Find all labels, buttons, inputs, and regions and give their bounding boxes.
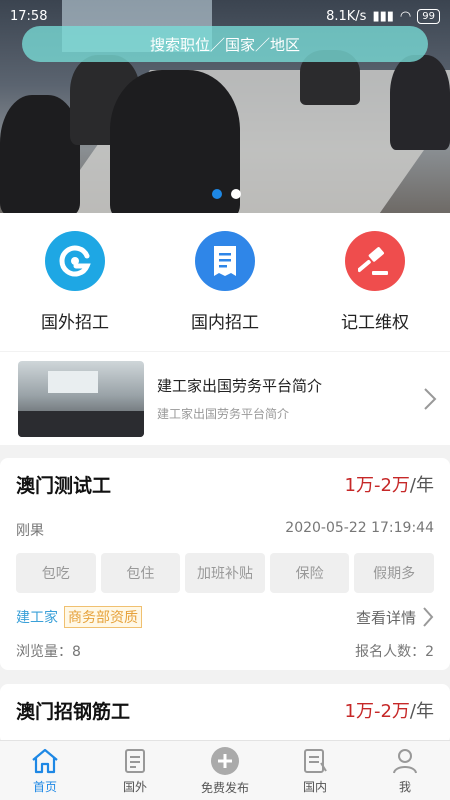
benefit-tag: 加班补贴 bbox=[185, 553, 265, 593]
salary-unit: /年 bbox=[409, 701, 434, 722]
intro-thumbnail bbox=[18, 360, 144, 437]
carousel-dot-active[interactable] bbox=[212, 189, 222, 199]
view-count: 浏览量：8 bbox=[16, 644, 81, 660]
intro-title: 建工家出国劳务平台简介 bbox=[157, 377, 323, 395]
nav-home[interactable]: 首页 bbox=[0, 741, 90, 800]
wifi-icon: ◠ bbox=[399, 8, 412, 24]
job-source: 建工家 bbox=[16, 610, 58, 626]
nav-label: 国外 bbox=[122, 779, 147, 794]
nav-label: 首页 bbox=[32, 779, 57, 794]
intro-subtitle: 建工家出国劳务平台简介 bbox=[157, 407, 290, 421]
category-label: 记工维权 bbox=[341, 313, 409, 333]
nav-label: 国内 bbox=[302, 779, 327, 794]
network-speed: 8.1K/s bbox=[326, 8, 367, 24]
category-label: 国内招工 bbox=[191, 313, 259, 333]
home-icon bbox=[32, 748, 58, 773]
list-doc-icon bbox=[304, 748, 327, 773]
nav-me[interactable]: 我 bbox=[360, 741, 450, 800]
signup-count: 报名人数：2 bbox=[355, 644, 434, 660]
job-title: 澳门招钢筋工 bbox=[16, 700, 131, 723]
nav-label: 我 bbox=[398, 779, 411, 794]
benefit-tag: 保险 bbox=[269, 553, 350, 593]
category-work-rights[interactable]: 记工维权 bbox=[300, 213, 450, 351]
carousel-indicator bbox=[212, 189, 241, 199]
signal-icon: ▮▮▮ bbox=[372, 8, 394, 24]
chevron-right-icon bbox=[423, 607, 434, 627]
bottom-nav: 首页 国外 免费发布 国内 我 bbox=[0, 740, 450, 800]
qualification-badge: 商务部资质 bbox=[64, 606, 142, 628]
document-icon bbox=[125, 748, 145, 773]
category-label: 国外招工 bbox=[41, 313, 109, 333]
platform-intro[interactable]: 建工家出国劳务平台简介 建工家出国劳务平台简介 bbox=[0, 352, 450, 445]
job-salary: 1万-2万 bbox=[344, 701, 410, 722]
gavel-icon bbox=[345, 231, 405, 291]
plus-circle-icon bbox=[211, 746, 239, 775]
g-logo-icon bbox=[45, 231, 105, 291]
nav-domestic[interactable]: 国内 bbox=[270, 741, 360, 800]
search-placeholder: 搜索职位／国家／地区 bbox=[149, 35, 300, 54]
nav-overseas[interactable]: 国外 bbox=[90, 741, 180, 800]
user-icon bbox=[393, 748, 417, 773]
benefit-tags: 包吃 包住 加班补贴 保险 假期多 bbox=[16, 553, 434, 593]
nav-free-post[interactable]: 免费发布 bbox=[180, 741, 270, 800]
job-location: 刚果 bbox=[16, 523, 44, 539]
receipt-icon bbox=[195, 231, 255, 291]
job-title: 澳门测试工 bbox=[16, 474, 112, 497]
benefit-tag: 包住 bbox=[100, 553, 181, 593]
banner-carousel[interactable]: 17:58 8.1K/s ▮▮▮ ◠ 99 搜索职位／国家／地区 bbox=[0, 0, 450, 213]
battery-icon: 99 bbox=[417, 8, 440, 24]
job-card[interactable]: 澳门招钢筋工 1万-2万/年 bbox=[0, 684, 450, 744]
category-grid: 国外招工 国内招工 记工维权 bbox=[0, 213, 450, 351]
job-date: 2020-05-22 17:19:44 bbox=[285, 520, 434, 536]
status-time: 17:58 bbox=[10, 8, 48, 24]
view-details-link[interactable]: 查看详情 bbox=[356, 606, 434, 628]
search-bar[interactable]: 搜索职位／国家／地区 bbox=[22, 26, 428, 62]
benefit-tag: 包吃 bbox=[16, 553, 96, 593]
detail-label: 查看详情 bbox=[355, 608, 416, 627]
nav-label: 免费发布 bbox=[200, 780, 249, 795]
job-salary: 1万-2万 bbox=[344, 475, 410, 496]
benefit-tag: 假期多 bbox=[354, 553, 434, 593]
category-domestic-recruit[interactable]: 国内招工 bbox=[150, 213, 300, 351]
job-card[interactable]: 澳门测试工 1万-2万/年 刚果 2020-05-22 17:19:44 包吃 … bbox=[0, 458, 450, 670]
carousel-dot[interactable] bbox=[231, 189, 241, 199]
salary-unit: /年 bbox=[409, 475, 434, 496]
chevron-right-icon bbox=[410, 387, 450, 411]
category-overseas-recruit[interactable]: 国外招工 bbox=[0, 213, 150, 351]
